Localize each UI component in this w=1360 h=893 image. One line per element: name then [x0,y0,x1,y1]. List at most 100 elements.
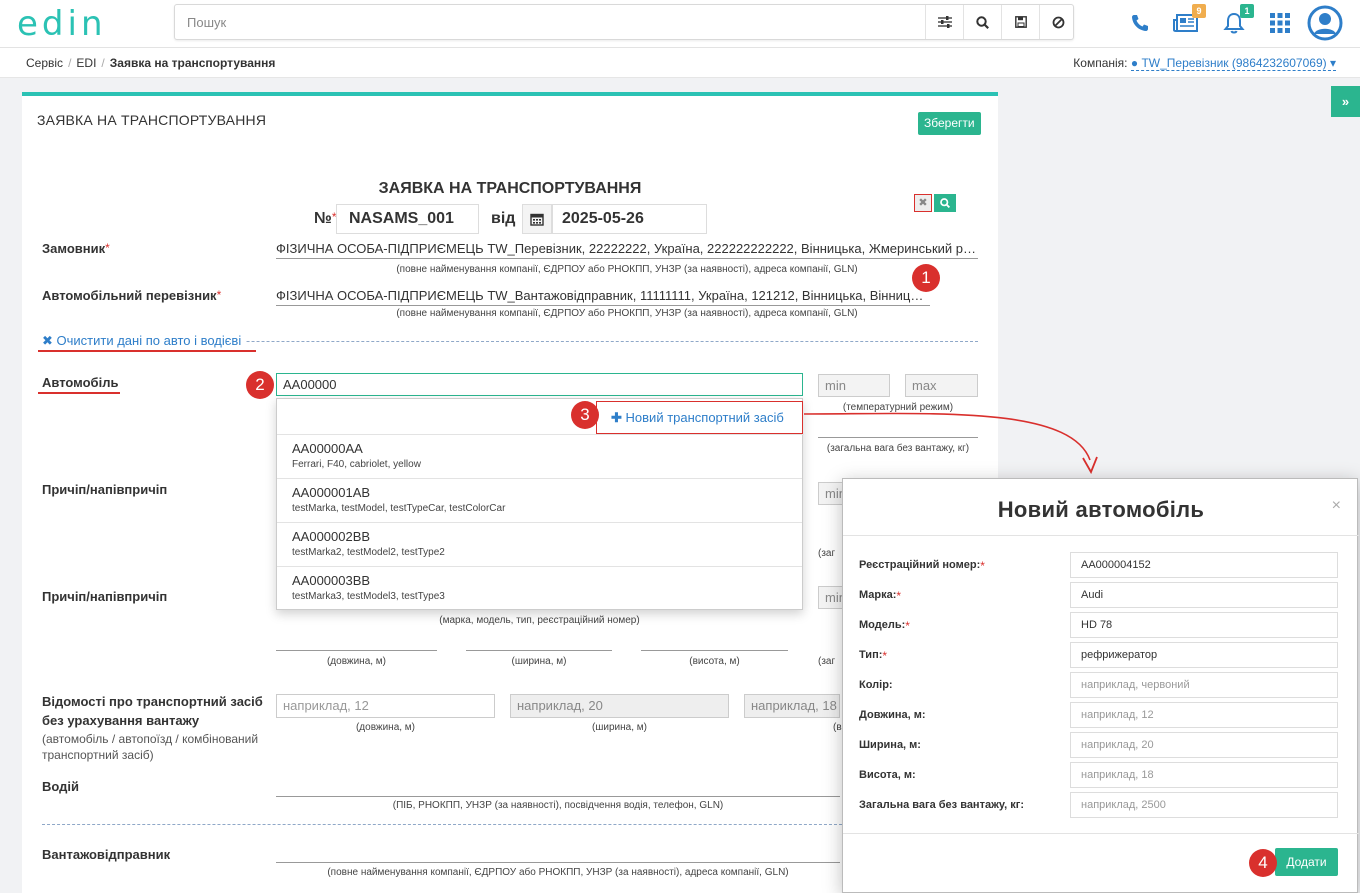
length-input[interactable]: наприклад, 12 [1070,702,1338,728]
temp-hint: (температурний режим) [842,402,954,413]
trailer2-width-field[interactable] [466,631,612,651]
height-input[interactable]: наприклад, 18 [1070,762,1338,788]
weight-input[interactable]: наприклад, 2500 [1070,792,1338,818]
trailer2-length-field[interactable] [276,631,437,651]
breadcrumb-item-service[interactable]: Сервіс [26,56,63,70]
news-badge: 9 [1192,4,1206,18]
list-item-title: AA000003BB [292,573,371,588]
breadcrumb-item-edi[interactable]: EDI [76,56,96,70]
reset-search-button[interactable] [1039,5,1077,39]
grid-icon [1270,13,1290,33]
vehicle-length-input[interactable]: наприклад, 12 [276,694,495,718]
top-bar: edin 9 1 [0,0,1360,48]
ban-icon [1052,16,1065,28]
new-vehicle-option[interactable]: ✚ Новий транспортний засіб [596,401,803,434]
trailer2-label: Причіп/напівпричіп [42,589,168,604]
car-weight-field[interactable] [818,418,978,438]
carrier-label: Автомобільний перевізник* [42,288,222,303]
calendar-button[interactable] [522,204,552,234]
trailer1-label: Причіп/напівпричіп [42,482,168,497]
clear-vehicle-driver-link[interactable]: ✖ Очистити дані по авто і водієві [42,333,246,349]
vehicle-autocomplete-dropdown: ✚ Новий транспортний засіб AA00000AA Fer… [276,398,804,611]
driver-field[interactable] [276,777,840,797]
color-input[interactable]: наприклад, червоний [1070,672,1338,698]
list-item[interactable]: AA000001AB testMarka, testModel, testTyp… [277,479,802,523]
list-item-subtitle: testMarka3, testModel3, testType3 [292,591,445,602]
save-search-button[interactable] [1001,5,1039,39]
car-label: Автомобіль [42,375,119,390]
plus-icon: ✚ [611,410,622,425]
breadcrumb-item-current: Заявка на транспортування [109,56,276,70]
floppy-icon [1014,16,1027,28]
trailer2-height-field[interactable] [641,631,788,651]
vehicle-height-input[interactable]: наприклад, 18 [744,694,840,718]
brand-label: Марка:* [859,589,902,603]
brand-input[interactable]: Audi [1070,582,1338,608]
vehicle-width-hint: (ширина, м) [592,722,647,733]
document-title: ЗАЯВКА НА ТРАНСПОРТУВАННЯ [378,180,642,197]
model-input[interactable]: HD 78 [1070,612,1338,638]
double-chevron-right-icon: » [1341,94,1350,109]
carrier-field[interactable]: ФІЗИЧНА ОСОБА-ПІДПРИЄМЕЦЬ TW_Вантажовідп… [276,286,930,306]
vehicle-width-input[interactable]: наприклад, 20 [510,694,729,718]
width-input[interactable]: наприклад, 20 [1070,732,1338,758]
save-button[interactable]: Зберегти [918,112,981,135]
type-input[interactable]: рефрижератор [1070,642,1338,668]
edin-logo[interactable]: edin [17,4,107,44]
sidebar-expand-button[interactable]: » [1331,86,1360,117]
trailer2-height-hint: (висота, м) [689,656,740,667]
vehicle-info-sub: (автомобіль / автопоїзд / комбінований т… [42,732,259,762]
breadcrumb-bar: Сервіс / EDI / Заявка на транспортування Ком… [0,48,1360,78]
annotation-underline [38,392,120,394]
shipper-field[interactable] [276,843,840,863]
driver-hint: (ПІБ, РНОКПП, УНЗР (за наявності), посві… [392,800,724,811]
annotation-marker-4: 4 [1249,849,1277,877]
notifications-button[interactable]: 1 [1220,4,1254,38]
customer-field[interactable]: ФІЗИЧНА ОСОБА-ПІДПРИЄМЕЦЬ TW_Перевізник,… [276,239,978,259]
user-small-icon: ● [1130,56,1139,70]
list-item[interactable]: AA000003BB testMarka3, testModel3, testT… [277,567,802,611]
phone-button[interactable] [1126,8,1154,38]
list-item-subtitle: testMarka2, testModel2, testType2 [292,547,445,558]
add-button[interactable]: Додати [1275,848,1338,876]
divider [42,824,842,825]
number-label: №* [314,210,337,227]
temp-max-input[interactable]: max [905,374,978,397]
car-input[interactable]: AA00000 [276,373,803,396]
filter-settings-button[interactable] [925,5,963,39]
weight-label: Загальна вага без вантажу, кг: [859,799,1025,811]
list-item[interactable]: AA00000AA Ferrari, F40, cabriolet, yello… [277,435,802,479]
news-button[interactable]: 9 [1172,4,1206,38]
annotation-marker-2: 2 [246,371,274,399]
caret-down-icon: ▾ [1329,56,1336,70]
number-input[interactable]: NASAMS_001 [336,204,479,234]
model-label: Модель:* [859,619,910,633]
list-item-subtitle: testMarka, testModel, testTypeCar, testC… [292,503,506,514]
trailer1-temp-min-input[interactable]: min [818,482,846,505]
close-icon[interactable]: × [1332,497,1341,515]
reg-number-input[interactable]: AA000004152 [1070,552,1338,578]
customer-label: Замовник* [42,241,110,256]
search-button[interactable] [963,5,1001,39]
modal-title: Новий автомобіль [997,497,1205,522]
trailer2-temp-min-input[interactable]: min [818,586,846,609]
trailer2-hint: (марка, модель, тип, реєстраційний номер… [439,615,640,626]
vehicle-info-label-1: Відомості про транспортний засіб [42,694,263,709]
temp-min-input[interactable]: min [818,374,890,397]
apps-button[interactable] [1266,8,1294,38]
customer-hint: (повне найменування компанії, ЄДРПОУ або… [396,264,858,275]
annotation-marker-3: 3 [571,401,599,429]
clear-carrier-button[interactable]: ✖ [914,194,932,212]
list-item-subtitle: Ferrari, F40, cabriolet, yellow [292,459,421,470]
search-input[interactable] [175,5,925,39]
search-carrier-button[interactable] [934,194,956,212]
company-dropdown[interactable]: ● TW_Перевізник (9864232607069) ▾ [1130,56,1336,71]
sliders-icon [937,16,952,28]
list-item[interactable]: AA000002BB testMarka2, testModel2, testT… [277,523,802,567]
user-avatar[interactable] [1306,4,1344,42]
divider [843,535,1359,536]
company-label: Компанія: [1073,56,1128,70]
shipper-hint: (повне найменування компанії, ЄДРПОУ або… [327,867,789,878]
date-input[interactable]: 2025-05-26 [552,204,707,234]
company-value: TW_Перевізник (9864232607069) [1141,56,1327,70]
